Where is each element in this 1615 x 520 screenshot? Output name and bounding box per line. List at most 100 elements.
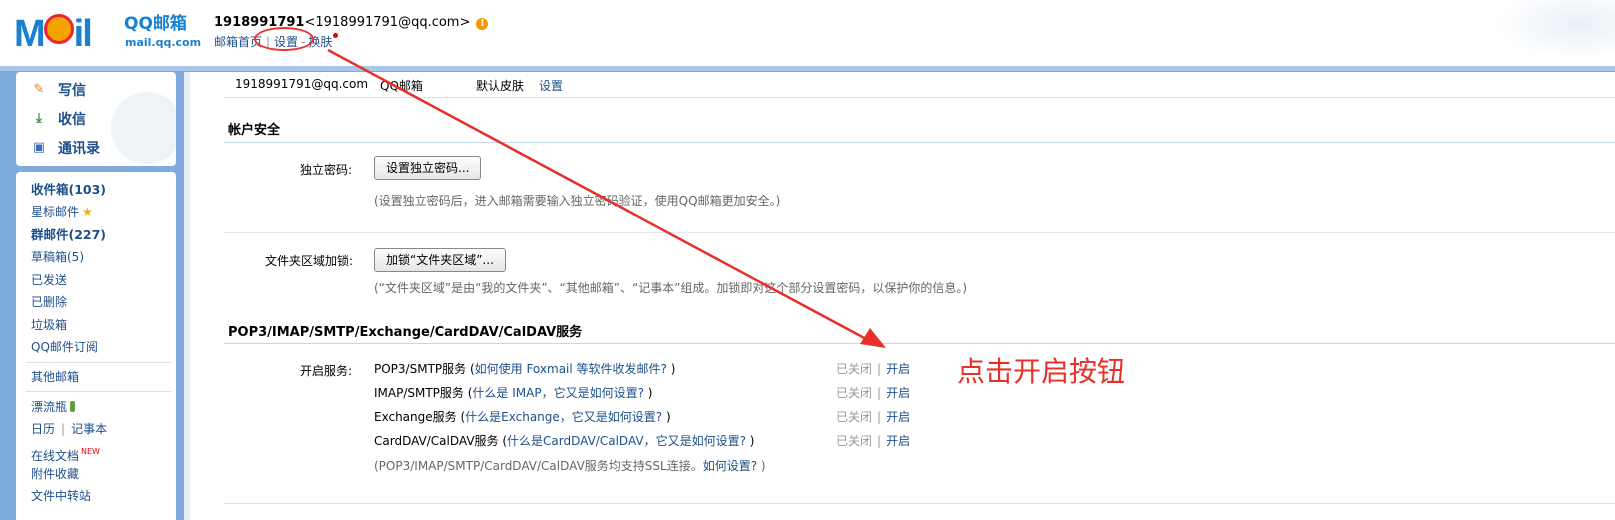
enable-exchange-button[interactable]: 开启: [886, 410, 910, 424]
ssl-hint: (POP3/IMAP/SMTP/CardDAV/CalDAV服务均支持SSL连接…: [374, 457, 766, 474]
enable-pop3-button[interactable]: 开启: [886, 362, 910, 376]
folder-lock-button[interactable]: 加锁“文件夹区域”...: [374, 248, 506, 272]
write-icon: ✎: [33, 82, 45, 97]
sidebar-divider: [26, 391, 172, 392]
settings-highlight-circle: [254, 27, 314, 51]
sidebar-item-group[interactable]: 群邮件(227): [31, 227, 106, 243]
set-independent-password-button[interactable]: 设置独立密码...: [374, 156, 482, 180]
star-icon: ★: [82, 205, 93, 219]
warning-icon[interactable]: !: [476, 18, 489, 30]
section-rule: [224, 343, 1615, 344]
annotation-text: 点击开启按钮: [957, 355, 1126, 388]
sidebar-primary-actions: ✎ 写信 ⤓ 收信 ▣ 通讯录: [16, 72, 176, 166]
account-email: <1918991791@qq.com>: [304, 15, 471, 30]
top-header: Mil QQ邮箱 mail.qq.com 1918991791<19189917…: [0, 0, 1615, 66]
calendar-separator: |: [61, 422, 66, 436]
sidebar-item-calendar[interactable]: 日历: [31, 422, 55, 436]
subnav-settings-link[interactable]: 设置: [539, 77, 563, 94]
compose-label: 写信: [58, 83, 86, 99]
service-help-link[interactable]: 什么是Exchange，它又是如何设置?: [465, 410, 662, 424]
subnav-email: 1918991791@qq.com: [235, 77, 369, 91]
row-divider: [224, 232, 1615, 233]
logo-brand: QQ邮箱: [124, 14, 187, 34]
cloud-decoration: [1495, 0, 1615, 60]
online-docs-label: 在线文档: [31, 449, 80, 463]
service-name: IMAP/SMTP服务 (: [374, 386, 473, 400]
sidebar-item-file-transfer[interactable]: 文件中转站: [31, 488, 91, 504]
inbox-download-icon: ⤓: [36, 111, 42, 126]
sidebar-item-deleted[interactable]: 已删除: [31, 294, 67, 310]
service-help-link[interactable]: 如何使用 Foxmail 等软件收发邮件?: [475, 362, 667, 376]
service-name: CardDAV/CalDAV服务 (: [374, 434, 508, 448]
service-state-imap: 已关闭 | 开启: [836, 384, 910, 401]
service-status: 已关闭: [836, 386, 873, 400]
status-separator: |: [877, 362, 882, 376]
sidebar-item-inbox[interactable]: 收件箱(103): [31, 182, 106, 198]
service-close-paren: ): [666, 362, 676, 376]
receive-label: 收信: [58, 112, 86, 128]
service-close-paren: ): [745, 434, 755, 448]
sidebar-item-spam[interactable]: 垃圾箱: [31, 317, 67, 333]
independent-password-label: 独立密码:: [300, 163, 353, 177]
section-title-services: POP3/IMAP/SMTP/Exchange/CardDAV/CalDAV服务: [228, 325, 583, 340]
ssl-hint-text: (POP3/IMAP/SMTP/CardDAV/CalDAV服务均支持SSL连接…: [374, 459, 703, 473]
section-rule: [224, 142, 1615, 143]
service-help-link[interactable]: 什么是 IMAP，它又是如何设置?: [472, 386, 644, 400]
service-close-paren: ): [643, 386, 653, 400]
logo-domain: mail.qq.com: [125, 36, 202, 49]
service-name: Exchange服务 (: [374, 410, 466, 424]
drift-bottle-label: 漂流瓶: [31, 400, 68, 414]
service-help-link[interactable]: 什么是CardDAV/CalDAV，它又是如何设置?: [507, 434, 746, 448]
starred-label: 星标邮件: [31, 205, 80, 219]
status-separator: |: [877, 410, 882, 424]
receive-button[interactable]: ⤓ 收信: [30, 108, 86, 130]
contacts-label: 通讯录: [58, 141, 100, 157]
service-status: 已关闭: [836, 410, 873, 424]
frame-top-strip: [0, 66, 1615, 71]
service-state-exchange: 已关闭 | 开启: [836, 408, 910, 425]
enable-imap-button[interactable]: 开启: [886, 386, 910, 400]
service-status: 已关闭: [836, 434, 873, 448]
service-state-pop3: 已关闭 | 开启: [836, 360, 910, 377]
independent-password-hint: (设置独立密码后，进入邮箱需要输入独立密码验证，使用QQ邮箱更加安全。): [374, 194, 781, 208]
service-row-exchange: Exchange服务 (什么是Exchange，它又是如何设置? ): [374, 408, 671, 425]
status-separator: |: [877, 386, 882, 400]
sidebar-item-notes[interactable]: 记事本: [71, 422, 107, 436]
service-row-pop3: POP3/SMTP服务 (如何使用 Foxmail 等软件收发邮件? ): [374, 360, 675, 377]
sidebar-item-subscriptions[interactable]: QQ邮件订阅: [31, 339, 98, 355]
status-separator: |: [877, 434, 882, 448]
sidebar-item-online-docs[interactable]: 在线文档 NEW: [31, 444, 100, 464]
bottom-rule: [224, 503, 1615, 504]
qq-mail-logo[interactable]: Mil QQ邮箱 mail.qq.com: [14, 14, 201, 54]
ssl-setup-link[interactable]: 如何设置?: [703, 459, 757, 473]
main-left-edge: [184, 72, 190, 520]
sidebar-item-sent[interactable]: 已发送: [31, 272, 67, 288]
enable-services-label: 开启服务:: [300, 364, 353, 378]
contacts-icon: ▣: [32, 140, 46, 155]
enable-carddav-button[interactable]: 开启: [886, 434, 910, 448]
sidebar-item-other-mailboxes[interactable]: 其他邮箱: [31, 369, 79, 385]
subnav-rule: [224, 97, 1615, 98]
bottle-icon: [70, 401, 76, 412]
sidebar-item-drafts[interactable]: 草稿箱(5): [31, 249, 84, 265]
service-status: 已关闭: [836, 362, 873, 376]
sidebar-item-starred[interactable]: 星标邮件 ★: [31, 204, 93, 220]
sidebar-folders: 收件箱(103) 星标邮件 ★ 群邮件(227) 草稿箱(5) 已发送 已删除 垃…: [16, 172, 176, 520]
account-info: 1918991791<1918991791@qq.com>!: [214, 15, 489, 30]
sidebar-item-attachments[interactable]: 附件收藏: [31, 466, 79, 482]
service-state-carddav: 已关闭 | 开启: [836, 432, 910, 449]
sidebar-calendar-notes: 日历 | 记事本: [31, 421, 107, 437]
folder-lock-label: 文件夹区域加锁:: [265, 254, 354, 268]
subnav-skin: 默认皮肤: [476, 79, 525, 93]
compose-button[interactable]: ✎ 写信: [30, 79, 86, 101]
penguin-watermark-icon: [111, 92, 176, 164]
service-close-paren: ): [662, 410, 671, 424]
penguin-logo-icon: [43, 14, 74, 44]
service-row-carddav: CardDAV/CalDAV服务 (什么是CardDAV/CalDAV，它又是如…: [374, 432, 754, 449]
ssl-hint-close: ): [757, 459, 766, 473]
sidebar-item-drift-bottle[interactable]: 漂流瓶: [31, 399, 76, 415]
contacts-button[interactable]: ▣ 通讯录: [30, 137, 100, 159]
service-row-imap: IMAP/SMTP服务 (什么是 IMAP，它又是如何设置? ): [374, 384, 652, 401]
new-badge: NEW: [81, 447, 100, 456]
sidebar-divider: [26, 362, 172, 363]
